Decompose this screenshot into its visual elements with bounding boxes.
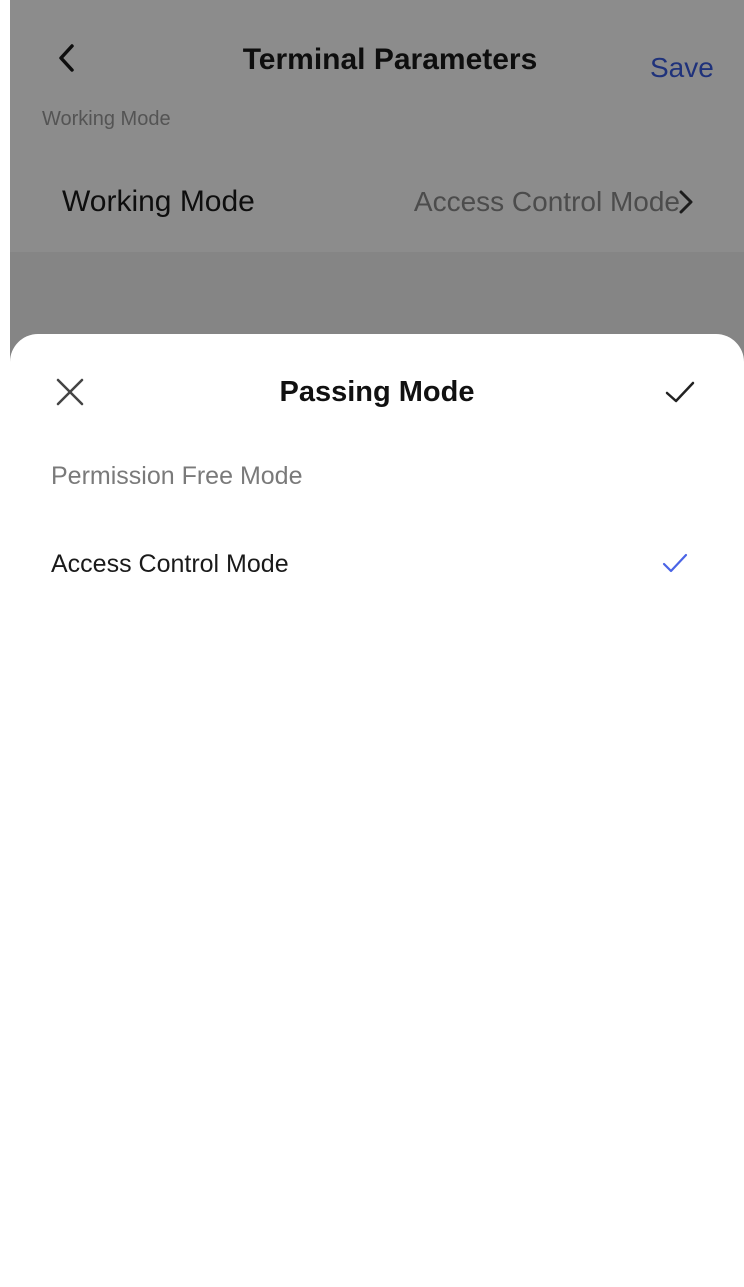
selected-check-icon <box>662 553 688 573</box>
option-label: Permission Free Mode <box>51 462 303 490</box>
option-access-control-mode[interactable]: Access Control Mode <box>10 524 744 604</box>
option-permission-free-mode[interactable]: Permission Free Mode <box>10 436 744 516</box>
option-label: Access Control Mode <box>51 550 289 578</box>
passing-mode-sheet: Passing Mode Permission Free Mode Access… <box>10 334 744 1287</box>
close-button[interactable] <box>48 370 92 414</box>
close-icon <box>56 378 84 406</box>
sheet-title: Passing Mode <box>279 376 475 408</box>
check-icon <box>665 381 695 403</box>
edge-strip <box>0 0 10 1287</box>
confirm-button[interactable] <box>658 370 702 414</box>
